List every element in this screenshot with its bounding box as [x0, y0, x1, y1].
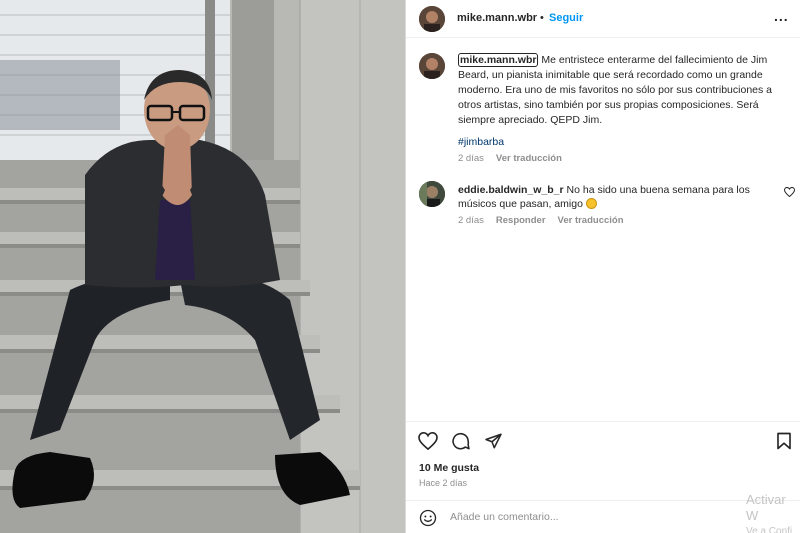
caption-meta: 2 días Ver traducción: [458, 153, 562, 164]
post-date: Hace 2 días: [419, 478, 468, 488]
comment-item: eddie.baldwin_w_b_r No ha sido una buena…: [458, 183, 776, 211]
photo-man-on-stairs: [0, 0, 405, 533]
watermark-line-1: Activar W: [746, 492, 786, 523]
post-caption: mike.mann.wbr Me entristece enterarme de…: [458, 53, 784, 128]
comment-input[interactable]: [450, 511, 720, 523]
more-options-icon[interactable]: ...: [774, 8, 789, 24]
separator-dot: •: [540, 12, 544, 24]
comment-like-heart-icon[interactable]: [784, 187, 795, 197]
watermark-line-2: Ve a Confi: [746, 526, 793, 533]
reply-link[interactable]: Responder: [496, 215, 546, 226]
hashtag-link[interactable]: #jimbarba: [458, 136, 504, 148]
comment-username[interactable]: eddie.baldwin_w_b_r: [458, 184, 564, 196]
post-header: mike.mann.wbr • Seguir ...: [406, 0, 800, 38]
avatar[interactable]: [419, 53, 445, 79]
see-translation-link[interactable]: Ver traducción: [496, 153, 562, 164]
caption-username[interactable]: mike.mann.wbr: [458, 53, 539, 67]
post-actions-bar: [406, 421, 800, 461]
avatar[interactable]: [419, 6, 445, 32]
follow-button[interactable]: Seguir: [549, 12, 583, 24]
avatar[interactable]: [419, 181, 445, 207]
add-comment-bar: [406, 500, 800, 533]
likes-count[interactable]: 10 Me gusta: [419, 462, 479, 474]
heart-icon[interactable]: [418, 432, 438, 450]
bookmark-icon[interactable]: [776, 432, 792, 450]
windows-activation-watermark: Activar W Ve a Confi: [746, 492, 800, 533]
send-icon[interactable]: [484, 432, 503, 450]
see-translation-link[interactable]: Ver traducción: [558, 215, 624, 226]
post-photo[interactable]: [0, 0, 405, 533]
comment-age: 2 días: [458, 215, 484, 226]
comment-meta: 2 días Responder Ver traducción: [458, 215, 624, 226]
caption-age: 2 días: [458, 153, 484, 164]
smile-icon[interactable]: [419, 509, 437, 527]
smiling-face-emoji: [585, 198, 597, 209]
post-details-panel: mike.mann.wbr • Seguir ... mike.mann.wbr…: [406, 0, 800, 533]
comment-icon[interactable]: [451, 432, 471, 451]
post-author-username[interactable]: mike.mann.wbr: [457, 12, 537, 24]
